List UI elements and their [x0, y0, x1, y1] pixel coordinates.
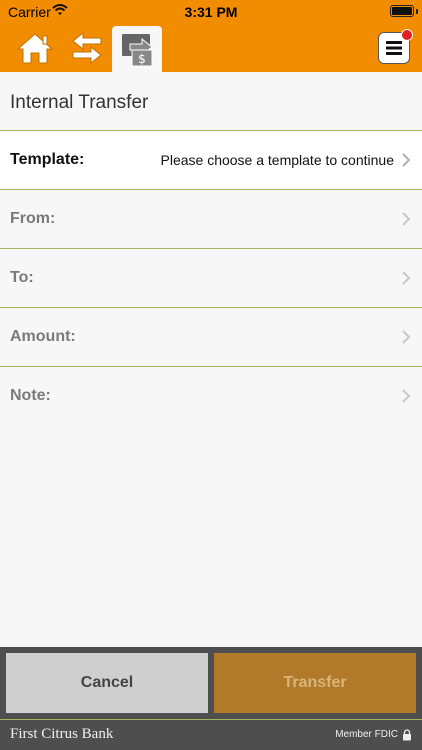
pay-bill-icon: $ — [122, 34, 153, 67]
notification-badge — [401, 29, 413, 41]
home-icon — [16, 33, 54, 64]
chevron-right-icon — [402, 212, 411, 226]
note-row[interactable]: Note: — [0, 367, 422, 426]
bank-logo-text: First Citrus Bank — [10, 726, 114, 742]
from-label: From: — [10, 210, 56, 227]
battery-tip — [416, 9, 418, 14]
footer: First Citrus Bank Member FDIC — [0, 719, 422, 750]
template-value: Please choose a template to continue — [160, 152, 395, 168]
from-row[interactable]: From: — [0, 190, 422, 249]
transfers-button[interactable] — [64, 24, 110, 72]
chevron-right-icon — [402, 153, 411, 167]
page-title: Internal Transfer — [10, 92, 149, 113]
status-bar: Carrier 3:31 PM — [0, 0, 422, 24]
lock-icon — [403, 729, 411, 741]
chevron-right-icon — [402, 389, 411, 403]
template-row[interactable]: Template: Please choose a template to co… — [0, 131, 422, 190]
chevron-right-icon — [402, 330, 411, 344]
to-label: To: — [10, 269, 34, 286]
top-nav-bar: $ — [0, 24, 422, 72]
amount-label: Amount: — [10, 328, 76, 345]
transfer-arrows-icon — [72, 31, 102, 65]
home-button[interactable] — [12, 24, 58, 72]
menu-icon — [386, 41, 402, 55]
to-row[interactable]: To: — [0, 249, 422, 308]
menu-button[interactable] — [378, 29, 413, 64]
cancel-button[interactable]: Cancel — [6, 653, 208, 713]
chevron-right-icon — [402, 271, 411, 285]
clock-time: 3:31 PM — [184, 4, 238, 20]
fdic-label: Member FDIC — [335, 729, 398, 740]
page-header: Internal Transfer — [0, 72, 422, 131]
pay-bill-button[interactable]: $ — [112, 26, 162, 72]
action-toolbar: Cancel Transfer — [0, 647, 422, 719]
content-background — [0, 425, 422, 647]
amount-row[interactable]: Amount: — [0, 308, 422, 367]
template-label: Template: — [10, 151, 85, 168]
transfer-button[interactable]: Transfer — [214, 653, 416, 713]
note-label: Note: — [10, 387, 51, 404]
svg-text:$: $ — [138, 52, 146, 66]
battery-icon — [390, 5, 414, 17]
